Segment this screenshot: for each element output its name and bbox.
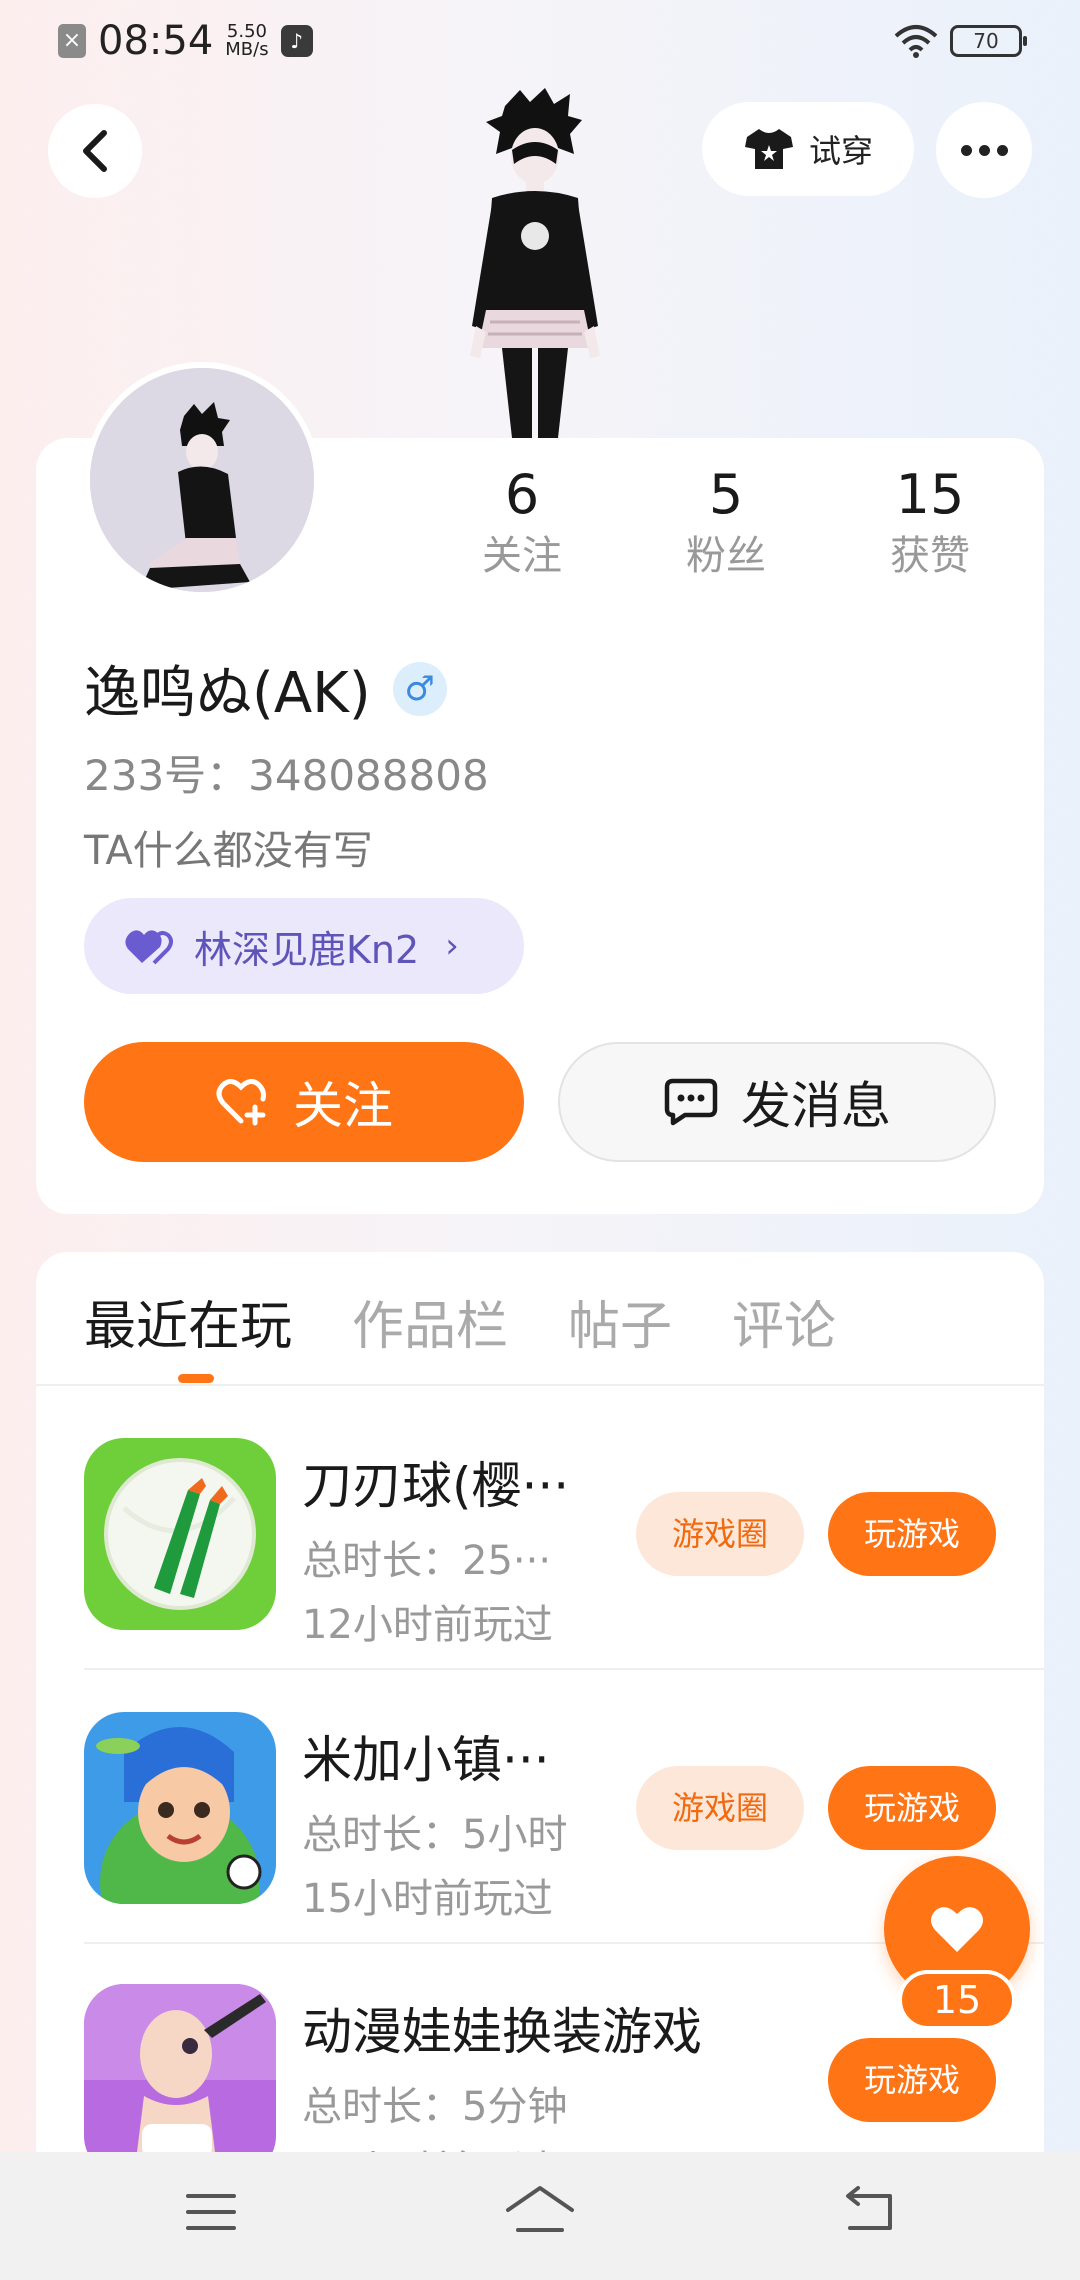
follow-label: 关注	[293, 1077, 393, 1135]
chat-icon	[664, 1078, 718, 1126]
game-icon-miga-town	[84, 1712, 276, 1904]
play-game-button[interactable]: 玩游戏	[828, 2038, 996, 2122]
message-button[interactable]: 发消息	[558, 1042, 996, 1162]
stat-likes[interactable]: 15 获赞	[850, 462, 1010, 584]
username: 逸鸣ぬ(AK)	[84, 661, 371, 726]
heart-icon	[931, 1907, 983, 1952]
status-time: 08:54	[98, 18, 214, 64]
male-icon: ♂	[392, 661, 447, 716]
double-heart-icon	[125, 930, 173, 965]
tab-bar: 最近在玩 作品栏 帖子 评论	[84, 1284, 836, 1359]
stat-following-label: 关注	[482, 533, 562, 579]
status-right: 70	[894, 24, 1027, 58]
game-duration: 总时长：5小时	[302, 1812, 568, 1858]
more-dot	[978, 144, 990, 156]
back-icon[interactable]	[842, 2186, 896, 2234]
more-dot	[996, 144, 1008, 156]
message-label: 发消息	[741, 1077, 891, 1135]
tab-recent-games[interactable]: 最近在玩	[84, 1284, 292, 1359]
more-button[interactable]	[936, 102, 1032, 198]
tab-comments[interactable]: 评论	[732, 1284, 836, 1359]
user-id: 233号：348088808	[84, 751, 489, 800]
game-icon-doll-dressup	[84, 1984, 276, 2176]
cp-name: 林深见鹿Kn2	[194, 927, 420, 972]
more-dot	[960, 144, 972, 156]
game-last-played: 15小时前玩过	[302, 1876, 553, 1922]
cp-tag[interactable]: 林深见鹿Kn2 ›	[84, 898, 524, 994]
game-title: 米加小镇···	[302, 1731, 550, 1789]
try-on-button[interactable]: 试穿	[702, 102, 914, 196]
stat-following[interactable]: 6 关注	[442, 462, 602, 584]
tab-works[interactable]: 作品栏	[352, 1284, 508, 1359]
avatar-image	[90, 368, 314, 592]
game-duration: 总时长：25···	[302, 1538, 552, 1584]
stat-following-value: 6	[504, 463, 540, 526]
home-icon[interactable]	[504, 2184, 576, 2234]
notification-icon: ×	[58, 24, 86, 58]
back-arrow-icon	[83, 130, 107, 172]
avatar[interactable]	[84, 362, 320, 598]
stat-fans-label: 粉丝	[686, 533, 766, 579]
navigation-bar	[0, 2152, 1080, 2280]
game-row[interactable]: 刀刃球(樱··· 总时长：25··· 12小时前玩过 游戏圈 玩游戏	[84, 1438, 1044, 1648]
play-game-button[interactable]: 玩游戏	[828, 1492, 996, 1576]
stat-likes-value: 15	[895, 463, 965, 526]
try-on-label: 试穿	[808, 132, 873, 170]
follow-button[interactable]: 关注	[84, 1042, 524, 1162]
status-bar: × 08:54 5.50 MB/s ♪ 70	[0, 0, 1080, 90]
battery-indicator: 70	[950, 25, 1027, 57]
game-duration: 总时长：5分钟	[302, 2084, 568, 2130]
stat-fans-value: 5	[708, 463, 744, 526]
character-figure	[470, 88, 600, 438]
menu-icon[interactable]	[184, 2190, 238, 2234]
network-speed-unit: MB/s	[225, 39, 269, 60]
tshirt-icon	[744, 129, 793, 169]
tab-indicator	[178, 1374, 214, 1383]
tab-posts[interactable]: 帖子	[568, 1284, 672, 1359]
wifi-icon	[894, 25, 938, 58]
heart-plus-icon	[216, 1079, 266, 1126]
game-title: 动漫娃娃换装游戏	[302, 2003, 702, 2061]
game-circle-button[interactable]: 游戏圈	[636, 1766, 804, 1850]
divider	[84, 1668, 1044, 1670]
username-row: 逸鸣ぬ(AK) ♂	[84, 648, 447, 729]
game-last-played: 12小时前玩过	[302, 1602, 553, 1648]
bio: TA什么都没有写	[84, 828, 373, 874]
tiktok-icon: ♪	[280, 25, 313, 57]
like-count: 15	[898, 1970, 1016, 2030]
chevron-right-icon: ›	[445, 926, 459, 966]
game-icon-blade-ball	[84, 1438, 276, 1630]
stat-likes-label: 获赞	[890, 533, 970, 579]
network-speed: 5.50 MB/s	[225, 23, 268, 59]
divider	[36, 1384, 1044, 1386]
game-circle-button[interactable]: 游戏圈	[636, 1492, 804, 1576]
game-title: 刀刃球(樱···	[302, 1457, 570, 1515]
play-game-button[interactable]: 玩游戏	[828, 1766, 996, 1850]
status-left: × 08:54 5.50 MB/s ♪	[58, 18, 313, 64]
game-row[interactable]: 米加小镇··· 总时长：5小时 15小时前玩过 游戏圈 玩游戏	[84, 1712, 1044, 1922]
back-button[interactable]	[48, 104, 142, 198]
stat-fans[interactable]: 5 粉丝	[646, 462, 806, 584]
